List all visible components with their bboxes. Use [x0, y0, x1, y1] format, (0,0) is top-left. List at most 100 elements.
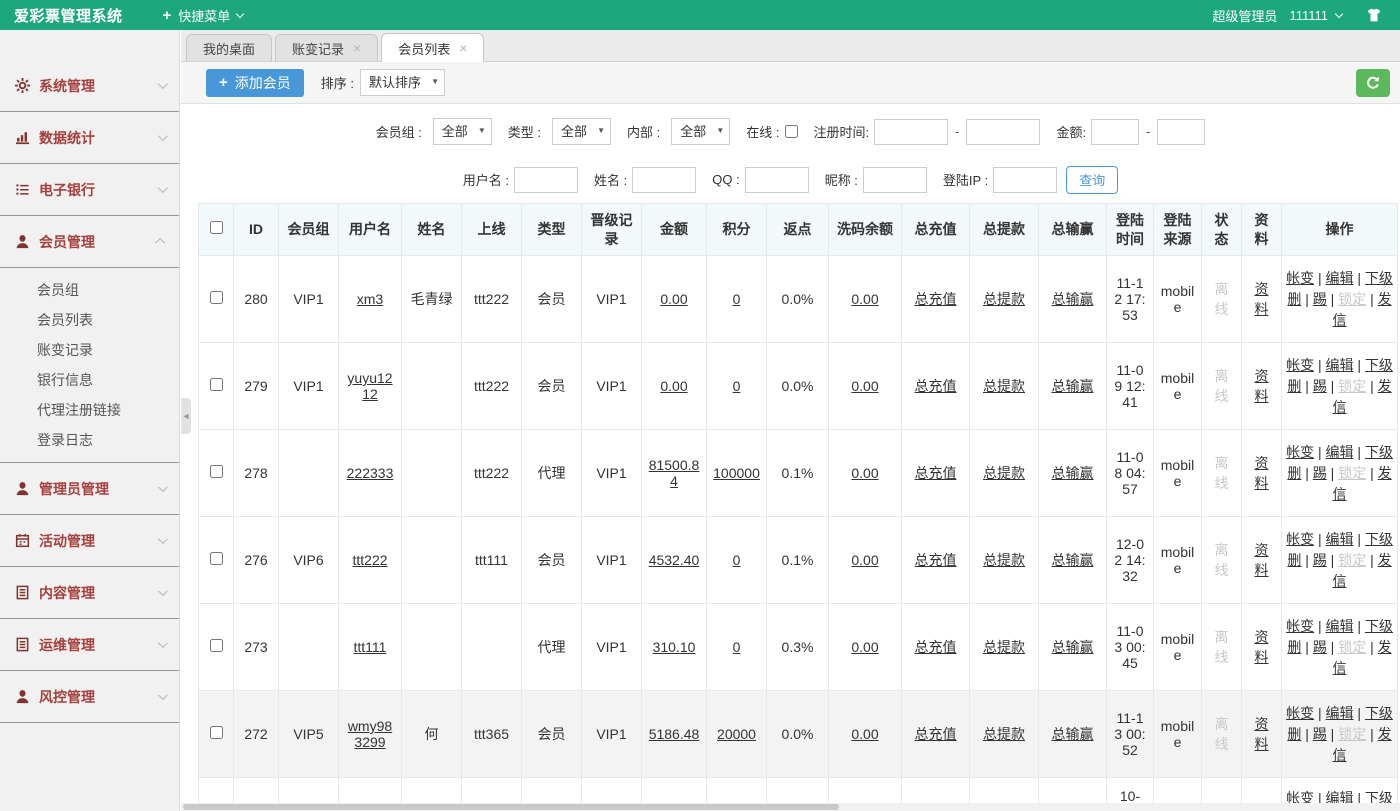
login-ip-input[interactable] — [993, 167, 1057, 193]
internal-select[interactable]: 全部 — [671, 118, 730, 145]
sidebar-item-agent-register-link[interactable]: 代理注册链接 — [0, 395, 179, 425]
points-link[interactable]: 100000 — [713, 465, 760, 481]
amount-link[interactable]: 310.10 — [653, 639, 696, 655]
online-checkbox[interactable] — [785, 125, 798, 138]
sidebar-group-member-management[interactable]: 会员管理 — [0, 216, 179, 268]
sidebar-group-e-banking[interactable]: 电子银行 — [0, 164, 179, 216]
op-link[interactable]: 编辑 — [1326, 270, 1354, 286]
op-link[interactable]: 下级 — [1365, 444, 1393, 460]
row-checkbox[interactable] — [210, 552, 223, 565]
points-link[interactable]: 0 — [733, 552, 741, 568]
points-link[interactable]: 0 — [733, 378, 741, 394]
amount-from-input[interactable] — [1091, 119, 1139, 145]
sidebar-group-risk-management[interactable]: 风控管理 — [0, 671, 179, 723]
tab-close-icon[interactable]: × — [459, 41, 467, 55]
op-link[interactable]: 锁定 — [1338, 552, 1366, 568]
op-link[interactable]: 帐变 — [1286, 444, 1314, 460]
tab-my-desktop[interactable]: 我的桌面 — [186, 34, 272, 61]
total-withdraw-link[interactable]: 总提款 — [983, 552, 1025, 568]
op-link[interactable]: 删 — [1287, 465, 1301, 481]
op-link[interactable]: 编辑 — [1326, 705, 1354, 721]
username-link[interactable]: yuyu1212 — [347, 370, 392, 402]
amount-link[interactable]: 5186.48 — [649, 726, 700, 742]
sidebar-item-login-log[interactable]: 登录日志 — [0, 425, 179, 455]
total-winloss-link[interactable]: 总输赢 — [1052, 465, 1094, 481]
type-select[interactable]: 全部 — [552, 118, 611, 145]
op-link[interactable]: 锁定 — [1338, 465, 1366, 481]
wash-balance-link[interactable]: 0.00 — [851, 552, 878, 568]
profile-link[interactable]: 资料 — [1255, 281, 1269, 317]
wash-balance-link[interactable]: 0.00 — [851, 378, 878, 394]
total-withdraw-link[interactable]: 总提款 — [983, 291, 1025, 307]
op-link[interactable]: 下级 — [1365, 270, 1393, 286]
sidebar-group-system-management[interactable]: 系统管理 — [0, 60, 179, 112]
total-withdraw-link[interactable]: 总提款 — [983, 378, 1025, 394]
sort-select[interactable]: 默认排序 — [360, 69, 445, 96]
amount-to-input[interactable] — [1157, 119, 1205, 145]
points-link[interactable]: 0 — [733, 291, 741, 307]
name-input[interactable] — [632, 167, 696, 193]
scrollbar-thumb[interactable] — [183, 804, 839, 810]
amount-link[interactable]: 0.00 — [660, 378, 687, 394]
op-link[interactable]: 删 — [1287, 639, 1301, 655]
row-checkbox[interactable] — [210, 465, 223, 478]
op-link[interactable]: 帐变 — [1286, 618, 1314, 634]
total-winloss-link[interactable]: 总输赢 — [1052, 639, 1094, 655]
row-checkbox[interactable] — [210, 726, 223, 739]
tab-close-icon[interactable]: × — [353, 41, 361, 55]
op-link[interactable]: 删 — [1287, 552, 1301, 568]
op-link[interactable]: 踢 — [1313, 639, 1327, 655]
op-link[interactable]: 锁定 — [1338, 639, 1366, 655]
row-checkbox[interactable] — [210, 291, 223, 304]
total-recharge-link[interactable]: 总充值 — [915, 726, 957, 742]
total-withdraw-link[interactable]: 总提款 — [983, 465, 1025, 481]
select-all-checkbox[interactable] — [210, 221, 223, 234]
op-link[interactable]: 锁定 — [1338, 726, 1366, 742]
op-link[interactable]: 锁定 — [1338, 378, 1366, 394]
username-input[interactable] — [514, 167, 578, 193]
total-withdraw-link[interactable]: 总提款 — [983, 726, 1025, 742]
sidebar-group-content-management[interactable]: 内容管理 — [0, 567, 179, 619]
op-link[interactable]: 删 — [1287, 378, 1301, 394]
op-link[interactable]: 下级 — [1365, 705, 1393, 721]
sidebar-item-bank-info[interactable]: 银行信息 — [0, 365, 179, 395]
wash-balance-link[interactable]: 0.00 — [851, 465, 878, 481]
total-recharge-link[interactable]: 总充值 — [915, 639, 957, 655]
horizontal-scrollbar[interactable] — [181, 803, 1400, 811]
register-time-to-input[interactable] — [966, 119, 1040, 145]
profile-link[interactable]: 资料 — [1255, 629, 1269, 665]
op-link[interactable]: 编辑 — [1326, 357, 1354, 373]
sidebar-group-ops-management[interactable]: 运维管理 — [0, 619, 179, 671]
op-link[interactable]: 踢 — [1313, 726, 1327, 742]
op-link[interactable]: 踢 — [1313, 465, 1327, 481]
op-link[interactable]: 踢 — [1313, 378, 1327, 394]
op-link[interactable]: 锁定 — [1338, 291, 1366, 307]
total-recharge-link[interactable]: 总充值 — [915, 291, 957, 307]
sidebar-item-account-changes[interactable]: 账变记录 — [0, 335, 179, 365]
sidebar-group-admin-management[interactable]: 管理员管理 — [0, 463, 179, 515]
wash-balance-link[interactable]: 0.00 — [851, 726, 878, 742]
username-link[interactable]: xm3 — [357, 291, 383, 307]
op-link[interactable]: 下级 — [1365, 618, 1393, 634]
quick-menu[interactable]: + 快捷菜单 — [163, 6, 244, 25]
theme-shirt-icon[interactable] — [1366, 7, 1382, 23]
row-checkbox[interactable] — [210, 639, 223, 652]
points-link[interactable]: 20000 — [717, 726, 756, 742]
total-recharge-link[interactable]: 总充值 — [915, 378, 957, 394]
op-link[interactable]: 删 — [1287, 726, 1301, 742]
op-link[interactable]: 帐变 — [1286, 270, 1314, 286]
total-winloss-link[interactable]: 总输赢 — [1052, 726, 1094, 742]
sidebar-group-data-statistics[interactable]: 数据统计 — [0, 112, 179, 164]
op-link[interactable]: 下级 — [1365, 357, 1393, 373]
nickname-input[interactable] — [863, 167, 927, 193]
sidebar-group-activity-management[interactable]: 活动管理 — [0, 515, 179, 567]
username-link[interactable]: ttt222 — [352, 552, 387, 568]
wash-balance-link[interactable]: 0.00 — [851, 639, 878, 655]
sidebar-item-member-list[interactable]: 会员列表 — [0, 305, 179, 335]
member-group-select[interactable]: 全部 — [433, 118, 492, 145]
op-link[interactable]: 下级 — [1365, 531, 1393, 547]
add-member-button[interactable]: + 添加会员 — [206, 69, 304, 97]
total-winloss-link[interactable]: 总输赢 — [1052, 291, 1094, 307]
total-recharge-link[interactable]: 总充值 — [915, 465, 957, 481]
op-link[interactable]: 踢 — [1313, 552, 1327, 568]
